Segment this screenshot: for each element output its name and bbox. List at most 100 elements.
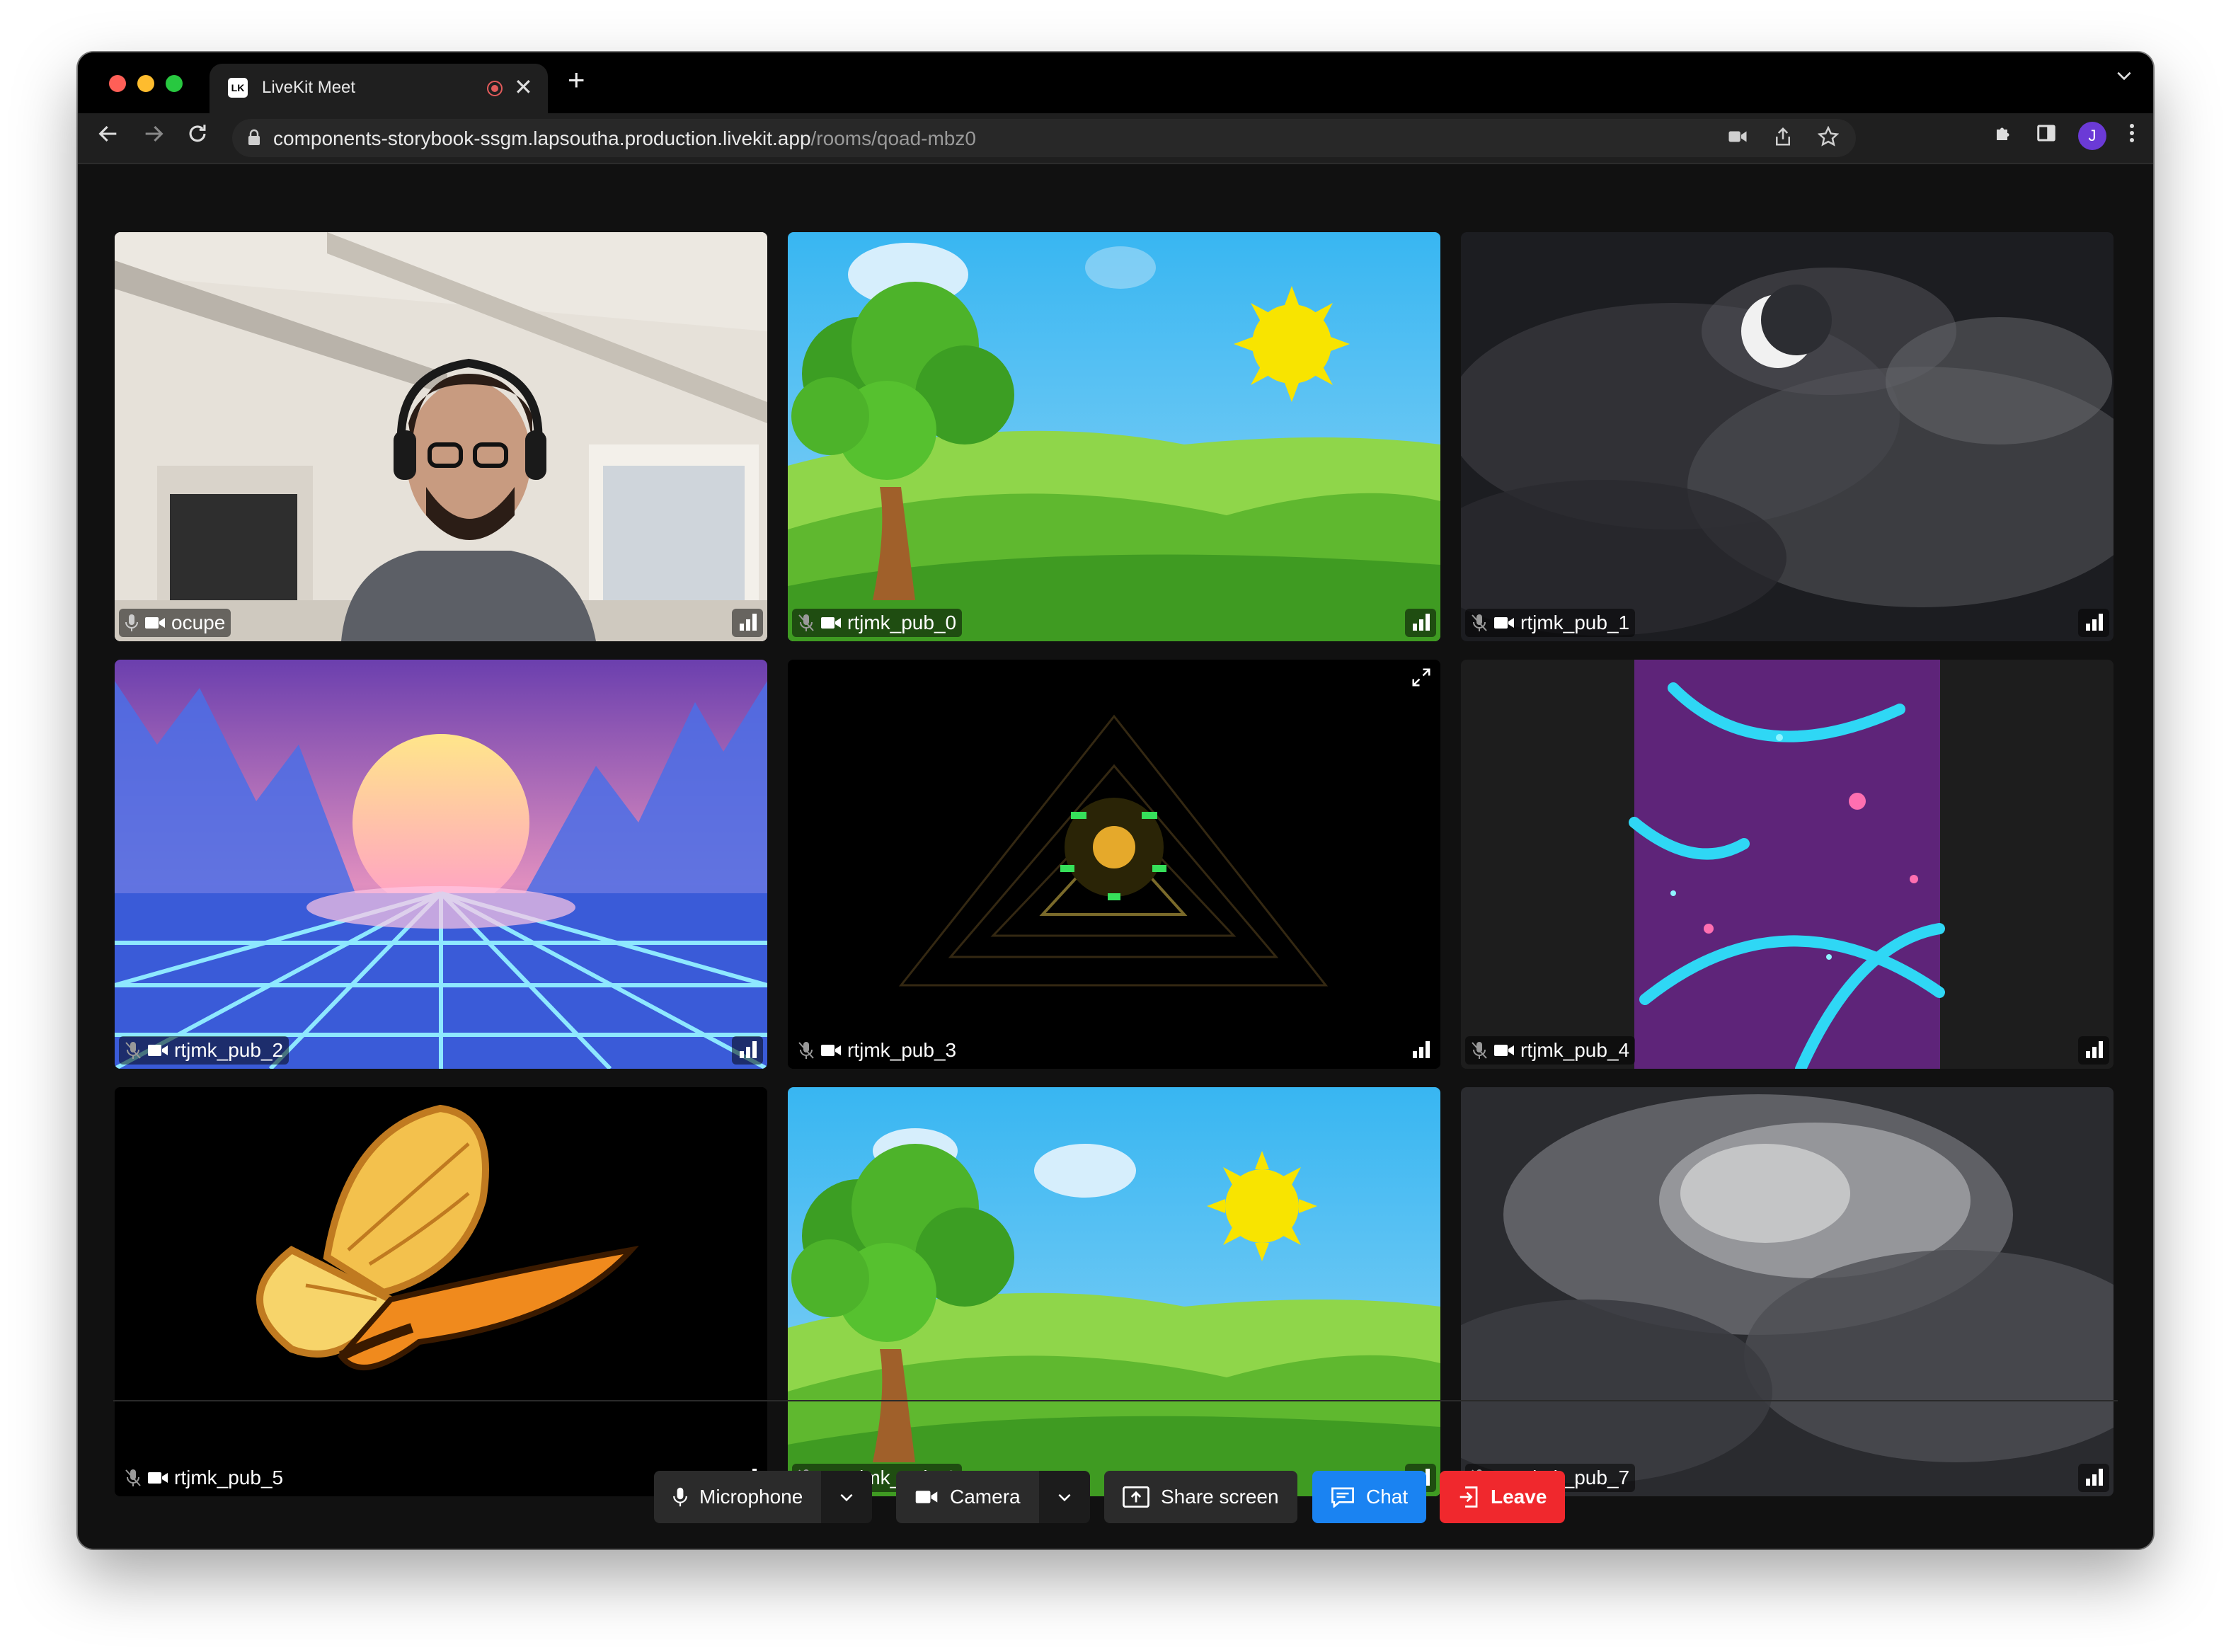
- participant-name: rtjmk_pub_4: [1520, 1039, 1630, 1061]
- microphone-muted-icon: [1472, 614, 1487, 631]
- share-screen-label: Share screen: [1161, 1486, 1279, 1508]
- camera-video-feed: [115, 1087, 767, 1496]
- expand-fullscreen-icon[interactable]: [1411, 667, 1432, 694]
- kebab-menu-icon[interactable]: [2128, 122, 2136, 149]
- participant-name: ocupe: [171, 612, 226, 633]
- camera-icon: [821, 1045, 841, 1056]
- bookmark-star-icon[interactable]: [1817, 125, 1840, 153]
- camera-video-feed: [788, 1087, 1440, 1496]
- side-panel-icon[interactable]: [2036, 122, 2057, 149]
- tab-close-icon[interactable]: ✕: [514, 74, 533, 101]
- chevron-down-icon: [1058, 1493, 1071, 1502]
- camera-label: Camera: [950, 1486, 1021, 1508]
- url-text: components-storybook-ssgm.lapsoutha.prod…: [273, 127, 976, 150]
- participant-name-badge: rtjmk_pub_1: [1465, 609, 1636, 637]
- camera-control: Camera: [896, 1471, 1090, 1523]
- participant-name-badge: rtjmk_pub_0: [792, 609, 963, 637]
- new-tab-button[interactable]: +: [568, 65, 585, 95]
- camera-icon: [148, 1045, 168, 1056]
- camera-video-feed: [788, 232, 1440, 641]
- participant-tile[interactable]: ocupe: [115, 232, 767, 641]
- control-bar-divider: [113, 1400, 2118, 1401]
- participant-tile[interactable]: rtjmk_pub_5: [115, 1087, 767, 1496]
- microphone-icon: [673, 1487, 687, 1507]
- microphone-label: Microphone: [699, 1486, 803, 1508]
- browser-tab[interactable]: LK LiveKit Meet ✕: [210, 64, 548, 113]
- microphone-muted-icon: [125, 1042, 141, 1059]
- participant-tile[interactable]: rtjmk_pub_2: [115, 660, 767, 1069]
- participant-name: rtjmk_pub_3: [847, 1039, 957, 1061]
- reload-icon[interactable]: [185, 122, 210, 153]
- chat-label: Chat: [1366, 1486, 1409, 1508]
- chat-button[interactable]: Chat: [1312, 1471, 1427, 1523]
- camera-button[interactable]: Camera: [896, 1471, 1039, 1523]
- lock-icon: [248, 129, 260, 145]
- camera-video-feed: [115, 660, 767, 1069]
- participant-tile[interactable]: rtjmk_pub_6: [788, 1087, 1440, 1496]
- camera-video-feed: [1461, 232, 2114, 641]
- camera-video-feed: [1461, 1087, 2114, 1496]
- connection-quality-icon: [732, 1036, 763, 1065]
- participant-name-badge: rtjmk_pub_2: [119, 1036, 289, 1065]
- share-screen-icon: [1123, 1486, 1149, 1508]
- livekit-favicon-icon: LK: [228, 78, 248, 98]
- share-icon[interactable]: [1772, 126, 1794, 153]
- microphone-muted-icon: [125, 1469, 141, 1486]
- microphone-device-menu-button[interactable]: [821, 1471, 873, 1523]
- leave-door-icon: [1459, 1486, 1478, 1508]
- chevron-down-icon: [840, 1493, 853, 1502]
- connection-quality-icon: [1405, 1036, 1436, 1065]
- camera-video-feed: [1461, 660, 2114, 1069]
- participant-name-badge: rtjmk_pub_3: [792, 1036, 963, 1065]
- browser-toolbar: components-storybook-ssgm.lapsoutha.prod…: [78, 113, 2153, 164]
- close-window-button[interactable]: [109, 75, 126, 92]
- participant-name: rtjmk_pub_1: [1520, 612, 1630, 633]
- microphone-button[interactable]: Microphone: [654, 1471, 822, 1523]
- camera-icon: [1494, 617, 1514, 629]
- extensions-puzzle-icon[interactable]: [1993, 122, 2014, 149]
- omnibox-actions: [1727, 125, 1840, 153]
- microphone-muted-icon: [798, 1042, 814, 1059]
- leave-label: Leave: [1491, 1486, 1547, 1508]
- participant-tile[interactable]: rtjmk_pub_3: [788, 660, 1440, 1069]
- connection-quality-icon: [1405, 609, 1436, 637]
- recording-indicator-icon: [487, 81, 503, 96]
- url-host: components-storybook-ssgm.lapsoutha.prod…: [273, 127, 811, 149]
- camera-device-menu-button[interactable]: [1038, 1471, 1090, 1523]
- leave-button[interactable]: Leave: [1440, 1471, 1566, 1523]
- camera-icon: [145, 617, 165, 629]
- connection-quality-icon: [2078, 609, 2109, 637]
- camera-video-feed: [788, 660, 1440, 1069]
- camera-icon: [148, 1472, 168, 1484]
- maximize-window-button[interactable]: [166, 75, 183, 92]
- camera-icon: [915, 1491, 938, 1503]
- participant-name-badge: rtjmk_pub_4: [1465, 1036, 1636, 1065]
- participant-tile[interactable]: rtjmk_pub_0: [788, 232, 1440, 641]
- url-path: /rooms/qoad-mbz0: [810, 127, 976, 149]
- participant-name: rtjmk_pub_2: [174, 1039, 284, 1061]
- profile-avatar[interactable]: J: [2078, 122, 2106, 150]
- tab-title: LiveKit Meet: [262, 78, 356, 97]
- participant-tile[interactable]: rtjmk_pub_7: [1461, 1087, 2114, 1496]
- participant-name: rtjmk_pub_5: [174, 1467, 284, 1488]
- microphone-muted-icon: [798, 614, 814, 631]
- back-arrow-icon[interactable]: [96, 122, 120, 153]
- connection-quality-icon: [2078, 1464, 2109, 1492]
- connection-quality-icon: [2078, 1036, 2109, 1065]
- camera-icon: [821, 617, 841, 629]
- connection-quality-icon: [732, 609, 763, 637]
- participant-name-badge: rtjmk_pub_5: [119, 1464, 289, 1492]
- participant-tile[interactable]: rtjmk_pub_1: [1461, 232, 2114, 641]
- camera-video-feed: [115, 232, 767, 641]
- participant-name: rtjmk_pub_0: [847, 612, 957, 633]
- minimize-window-button[interactable]: [137, 75, 154, 92]
- participant-tile[interactable]: rtjmk_pub_4: [1461, 660, 2114, 1069]
- microphone-icon: [125, 614, 138, 631]
- forward-arrow-icon[interactable]: [142, 122, 166, 153]
- video-conference-stage: ocupe rtjmk_pub_0 rtjmk_pub_1 rtjmk_pub_…: [78, 164, 2153, 1549]
- tab-search-chevron-icon[interactable]: [2115, 67, 2133, 90]
- participant-name-badge: ocupe: [119, 609, 231, 637]
- share-screen-button[interactable]: Share screen: [1104, 1471, 1297, 1523]
- address-bar[interactable]: components-storybook-ssgm.lapsoutha.prod…: [232, 119, 1856, 157]
- camera-in-use-icon[interactable]: [1727, 126, 1748, 153]
